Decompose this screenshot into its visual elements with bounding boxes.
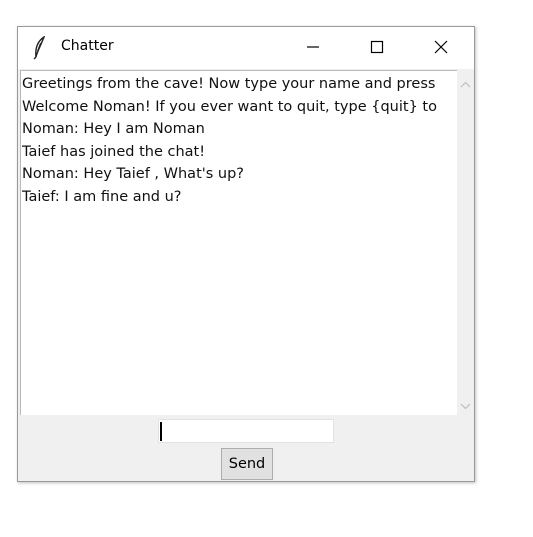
send-button[interactable]: Send: [221, 448, 273, 480]
scroll-up-button[interactable]: [457, 74, 474, 91]
feather-icon: [32, 35, 48, 60]
chat-message: Noman: Hey I am Noman: [22, 121, 205, 138]
minimize-icon: [306, 39, 320, 58]
chatter-window: Chatter Greetings from the cave! Now typ…: [17, 26, 475, 482]
chat-message: Greetings from the cave! Now type your n…: [22, 76, 436, 92]
message-input[interactable]: [158, 419, 334, 443]
window-title: Chatter: [61, 38, 114, 54]
vertical-scrollbar[interactable]: [457, 70, 474, 415]
chat-message: Welcome Noman! If you ever want to quit,…: [22, 98, 437, 115]
chevron-up-icon: [460, 73, 471, 92]
chevron-down-icon: [460, 395, 471, 414]
chat-message: Taief: I am fine and u?: [22, 188, 182, 205]
maximize-icon: [370, 39, 384, 58]
chat-message: Taief has joined the chat!: [22, 143, 206, 160]
minimize-button[interactable]: [290, 27, 336, 69]
message-list[interactable]: Greetings from the cave! Now type your n…: [20, 70, 457, 415]
scroll-down-button[interactable]: [457, 396, 474, 413]
close-button[interactable]: [418, 27, 464, 69]
text-caret: [160, 422, 162, 441]
title-bar[interactable]: Chatter: [18, 27, 474, 69]
chat-message: Noman: Hey Taief , What's up?: [22, 166, 244, 183]
maximize-button[interactable]: [354, 27, 400, 69]
close-icon: [434, 39, 448, 58]
